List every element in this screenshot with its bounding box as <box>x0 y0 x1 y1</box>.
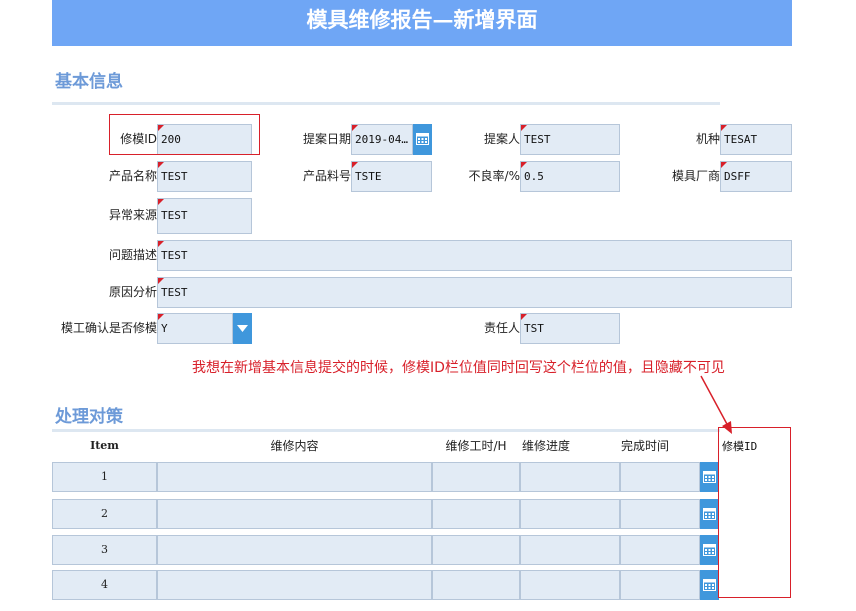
page-title: 模具维修报告—新增界面 <box>52 0 792 46</box>
side-column-label: 修模ID <box>722 440 758 453</box>
work-hours-input[interactable] <box>432 462 520 492</box>
finish-time-input[interactable] <box>620 535 700 565</box>
column-header-repair-content: 维修内容 <box>270 439 319 453</box>
repair-content-input[interactable] <box>157 535 432 565</box>
model-type-label: 机种 <box>695 132 720 146</box>
work-hours-input[interactable] <box>432 570 520 600</box>
finish-time-input[interactable] <box>620 570 700 600</box>
item-cell: 2 <box>52 499 157 529</box>
chevron-down-icon[interactable] <box>233 313 252 344</box>
progress-input[interactable] <box>520 570 620 600</box>
calendar-icon[interactable] <box>700 462 719 492</box>
mold-vendor-field[interactable]: DSFF <box>720 161 792 192</box>
proposer-label: 提案人 <box>483 132 520 146</box>
progress-input[interactable] <box>520 535 620 565</box>
cause-analysis-label: 原因分析 <box>108 285 157 299</box>
calendar-icon[interactable] <box>700 570 719 600</box>
calendar-icon[interactable] <box>700 535 719 565</box>
mold-vendor-label: 模具厂商 <box>671 169 720 183</box>
abnormal-source-field[interactable]: TEST <box>157 198 252 234</box>
product-name-field[interactable]: TEST <box>157 161 252 192</box>
calendar-icon[interactable] <box>700 499 719 529</box>
product-name-label: 产品名称 <box>108 169 157 183</box>
section-divider <box>52 102 720 105</box>
proposal-date-field[interactable]: 2019-04… <box>351 124 413 155</box>
proposer-field[interactable]: TEST <box>520 124 620 155</box>
responsible-label: 责任人 <box>483 321 520 335</box>
repair-content-input[interactable] <box>157 570 432 600</box>
problem-desc-field[interactable]: TEST <box>157 240 792 271</box>
product-part-no-field[interactable]: TSTE <box>351 161 432 192</box>
item-cell: 3 <box>52 535 157 565</box>
defect-rate-label: 不良率/% <box>468 169 520 183</box>
defect-rate-field[interactable]: 0.5 <box>520 161 620 192</box>
abnormal-source-label: 异常来源 <box>108 208 157 222</box>
cause-analysis-field[interactable]: TEST <box>157 277 792 308</box>
responsible-field[interactable]: TST <box>520 313 620 344</box>
column-header-progress: 维修进度 <box>521 439 570 453</box>
finish-time-input[interactable] <box>620 499 700 529</box>
annotation-note: 我想在新增基本信息提交的时候，修模ID栏位值同时回写这个栏位的值，且隐藏不可见 <box>192 360 725 376</box>
problem-desc-label: 问题描述 <box>108 248 157 262</box>
item-cell: 1 <box>52 462 157 492</box>
calendar-icon[interactable] <box>413 124 432 155</box>
repair-content-input[interactable] <box>157 499 432 529</box>
product-part-no-label: 产品料号 <box>302 169 351 183</box>
finish-time-input[interactable] <box>620 462 700 492</box>
progress-input[interactable] <box>520 462 620 492</box>
highlight-box-mold-id <box>109 114 260 155</box>
repair-content-input[interactable] <box>157 462 432 492</box>
section-title-basic-info: 基本信息 <box>55 72 123 92</box>
repair-confirm-select[interactable]: Y <box>157 313 233 344</box>
section-title-countermeasures: 处理对策 <box>55 407 123 427</box>
column-header-finish-time: 完成时间 <box>620 439 669 453</box>
column-header-item: Item <box>90 439 119 452</box>
column-header-work-hours: 维修工时/H <box>445 439 507 453</box>
work-hours-input[interactable] <box>432 535 520 565</box>
repair-confirm-label: 模工确认是否修模 <box>60 321 157 335</box>
model-type-field[interactable]: TESAT <box>720 124 792 155</box>
item-cell: 4 <box>52 570 157 600</box>
proposal-date-label: 提案日期 <box>302 132 351 146</box>
work-hours-input[interactable] <box>432 499 520 529</box>
section-divider <box>52 429 720 432</box>
progress-input[interactable] <box>520 499 620 529</box>
